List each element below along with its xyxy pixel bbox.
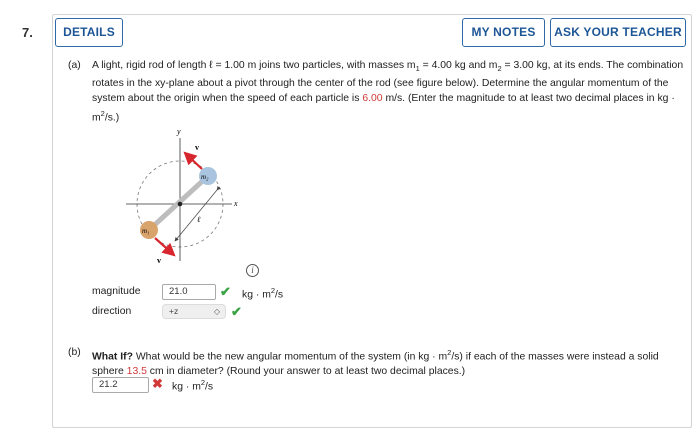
part-a-question: A light, rigid rod of length ℓ = 1.00 m … bbox=[92, 58, 686, 126]
magnitude-input[interactable]: 21.0 bbox=[162, 284, 216, 300]
part-a-label: (a) bbox=[68, 60, 81, 71]
answer-unit: kg · m2/s bbox=[172, 378, 214, 393]
mass-1-label: m₁ bbox=[142, 227, 150, 235]
x-axis-label: x bbox=[233, 199, 238, 208]
diameter-value: 13.5 bbox=[126, 366, 147, 378]
incorrect-x-icon: ✖ bbox=[152, 376, 163, 391]
speed-value: 6.00 bbox=[362, 93, 383, 105]
part-a-text-5: /s.) bbox=[104, 112, 120, 124]
correct-check-icon: ✔ bbox=[220, 284, 231, 299]
direction-select[interactable]: +z ◇ bbox=[162, 304, 226, 319]
my-notes-button[interactable]: MY NOTES bbox=[462, 18, 545, 47]
question-number: 7. bbox=[22, 25, 33, 40]
direction-label: direction bbox=[92, 306, 132, 317]
part-a-text-1: A light, rigid rod of length ℓ = 1.00 m … bbox=[92, 60, 416, 71]
velocity-bottom-arrow bbox=[154, 237, 176, 257]
velocity-bottom-label: v⃗ bbox=[157, 256, 167, 265]
magnitude-label: magnitude bbox=[92, 286, 141, 297]
part-b-label: (b) bbox=[68, 347, 81, 358]
direction-selected-value: +z bbox=[169, 306, 179, 316]
rotating-rod-figure: y x ℓ m₂ m₁ v⃗ v⃗ bbox=[126, 127, 238, 265]
pivot bbox=[177, 201, 183, 207]
mass-2-label: m₂ bbox=[201, 173, 209, 181]
details-button[interactable]: DETAILS bbox=[55, 18, 123, 47]
correct-check-icon: ✔ bbox=[231, 304, 242, 319]
part-a-text-2: = 4.00 kg and m bbox=[419, 60, 498, 71]
answer-input[interactable]: 21.2 bbox=[92, 377, 149, 393]
ask-your-teacher-button[interactable]: ASK YOUR TEACHER bbox=[550, 18, 686, 47]
what-if-label: What If? bbox=[92, 351, 133, 363]
part-b-question: What If? What would be the new angular m… bbox=[92, 348, 659, 378]
velocity-top-label: v⃗ bbox=[195, 143, 205, 152]
length-label: ℓ bbox=[197, 215, 201, 224]
select-arrows-icon: ◇ bbox=[213, 307, 220, 316]
velocity-top-arrow bbox=[183, 151, 203, 170]
info-icon[interactable]: i bbox=[246, 264, 259, 277]
magnitude-unit: kg · m2/s bbox=[242, 286, 284, 301]
y-axis-label: y bbox=[176, 127, 181, 136]
